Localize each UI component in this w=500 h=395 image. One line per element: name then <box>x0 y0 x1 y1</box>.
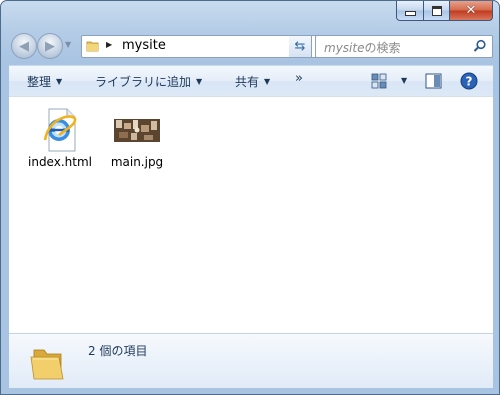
explorer-window: ✕ ◀ ▶ ▼ ▶ mysite ▼ ⇆ mysiteの検索 <box>0 0 500 395</box>
search-placeholder-name: mysite <box>324 41 365 55</box>
search-box[interactable]: mysiteの検索 <box>315 35 493 58</box>
organize-label: 整理 <box>27 75 52 89</box>
more-commands-label: » <box>295 71 303 86</box>
back-button[interactable]: ◀ <box>11 33 37 59</box>
add-to-library-dropdown-icon: ▼ <box>196 77 203 86</box>
help-icon[interactable]: ? <box>460 72 478 90</box>
file-list[interactable]: index.html main.jpg <box>9 96 493 333</box>
jpg-file-icon <box>114 107 160 153</box>
minimize-button[interactable] <box>396 1 424 21</box>
search-placeholder: mysiteの検索 <box>324 39 400 56</box>
minimize-icon <box>404 11 416 16</box>
address-path[interactable]: mysite <box>122 38 166 53</box>
search-icon[interactable] <box>473 39 487 53</box>
folder-icon <box>86 41 99 52</box>
folder-icon <box>30 349 64 380</box>
file-name: index.html <box>28 155 92 169</box>
refresh-icon: ⇆ <box>294 39 306 54</box>
maximize-icon <box>431 5 442 16</box>
share-dropdown-icon: ▼ <box>264 77 271 86</box>
caption-buttons: ✕ <box>396 1 493 21</box>
file-item[interactable]: index.html <box>25 107 95 169</box>
view-dropdown-icon[interactable]: ▼ <box>401 76 407 85</box>
breadcrumb-arrow-icon[interactable]: ▶ <box>106 40 112 49</box>
svg-text:?: ? <box>466 75 473 89</box>
forward-arrow-icon: ▶ <box>45 38 55 54</box>
back-arrow-icon: ◀ <box>19 38 29 54</box>
navigation-bar: ◀ ▶ ▼ ▶ mysite ▼ ⇆ mysiteの検索 <box>9 31 493 61</box>
maximize-button[interactable] <box>424 1 450 21</box>
recent-pages-dropdown[interactable]: ▼ <box>65 40 71 49</box>
add-to-library-label: ライブラリに追加 <box>95 75 192 89</box>
search-placeholder-suffix: の検索 <box>364 41 401 55</box>
address-bar[interactable]: ▶ mysite ▼ <box>81 35 318 58</box>
change-view-icon[interactable] <box>371 73 387 89</box>
jpg-thumbnail <box>114 119 160 142</box>
close-icon: ✕ <box>465 3 477 18</box>
html-file-icon <box>37 107 83 153</box>
organize-dropdown-icon: ▼ <box>56 77 63 86</box>
command-bar: 整理 ▼ ライブラリに追加 ▼ 共有 ▼ » ▼ ? <box>9 65 493 96</box>
add-to-library-menu[interactable]: ライブラリに追加 ▼ <box>95 73 202 90</box>
forward-button[interactable]: ▶ <box>37 33 63 59</box>
ie-document-icon <box>43 108 77 152</box>
file-item[interactable]: main.jpg <box>102 107 172 169</box>
preview-pane-icon[interactable] <box>425 73 442 89</box>
refresh-button[interactable]: ⇆ <box>289 35 312 58</box>
organize-menu[interactable]: 整理 ▼ <box>27 73 62 90</box>
file-name: main.jpg <box>110 155 164 169</box>
share-menu[interactable]: 共有 ▼ <box>235 73 270 90</box>
share-label: 共有 <box>235 75 260 89</box>
more-commands-button[interactable]: » <box>295 71 303 86</box>
details-pane: 2 個の項目 <box>9 333 493 388</box>
close-button[interactable]: ✕ <box>450 1 493 21</box>
item-count: 2 個の項目 <box>88 344 148 358</box>
